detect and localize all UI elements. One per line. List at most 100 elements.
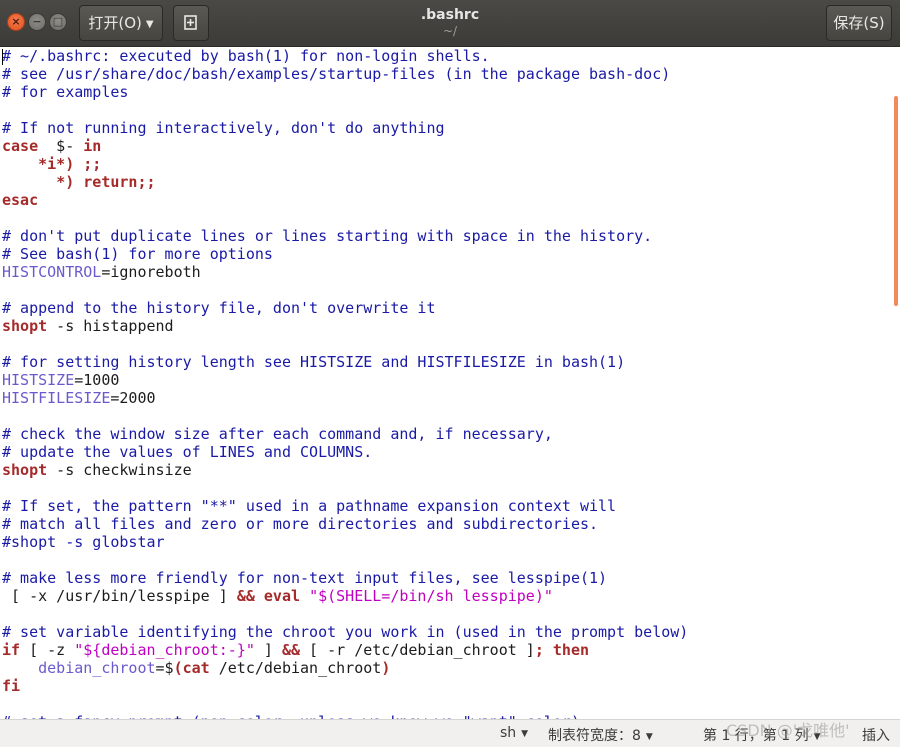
- save-button[interactable]: 保存(S): [826, 5, 892, 41]
- code-line[interactable]: #shopt -s globstar: [2, 533, 688, 551]
- code-line[interactable]: [2, 551, 688, 569]
- watermark: CSDN @'戈唯他': [726, 721, 850, 740]
- code-token: $-: [38, 137, 84, 155]
- code-token: [ -r /etc/debian_chroot ]: [300, 641, 535, 659]
- code-token: then: [552, 641, 590, 659]
- code-line[interactable]: [2, 281, 688, 299]
- code-line[interactable]: [2, 695, 688, 713]
- code-line[interactable]: debian_chroot=$(cat /etc/debian_chroot): [2, 659, 688, 677]
- code-line[interactable]: # append to the history file, don't over…: [2, 299, 688, 317]
- code-token: # check the window size after each comma…: [2, 425, 553, 443]
- code-line[interactable]: # check the window size after each comma…: [2, 425, 688, 443]
- chevron-down-icon: ▼: [145, 19, 154, 30]
- code-line[interactable]: HISTSIZE=1000: [2, 371, 688, 389]
- text-editor[interactable]: # ~/.bashrc: executed by bash(1) for non…: [0, 47, 900, 719]
- code-line[interactable]: [2, 605, 688, 623]
- code-token: -s checkwinsize: [47, 461, 192, 479]
- code-content[interactable]: # ~/.bashrc: executed by bash(1) for non…: [2, 47, 688, 719]
- code-token: [ -x /usr/bin/lesspipe ]: [2, 587, 237, 605]
- new-document-button[interactable]: [173, 5, 209, 41]
- code-token: # append to the history file, don't over…: [2, 299, 436, 317]
- code-token: # match all files and zero or more direc…: [2, 515, 599, 533]
- code-line[interactable]: [2, 209, 688, 227]
- code-token: fi: [2, 677, 21, 695]
- code-token: # see /usr/share/doc/bash/examples/start…: [2, 65, 671, 83]
- code-line[interactable]: # for setting history length see HISTSIZ…: [2, 353, 688, 371]
- language-selector[interactable]: sh ▼: [500, 725, 528, 741]
- code-token: "${debian_chroot:-}": [74, 641, 255, 659]
- new-document-icon: [184, 15, 197, 30]
- code-token: # for examples: [2, 83, 129, 101]
- open-button-label: 打开(O): [88, 14, 142, 32]
- maximize-window-button[interactable]: □: [49, 13, 67, 31]
- code-line[interactable]: case $- in: [2, 137, 688, 155]
- code-line[interactable]: # If not running interactively, don't do…: [2, 119, 688, 137]
- code-line[interactable]: [2, 407, 688, 425]
- code-line[interactable]: # match all files and zero or more direc…: [2, 515, 688, 533]
- code-line[interactable]: shopt -s histappend: [2, 317, 688, 335]
- code-line[interactable]: [2, 335, 688, 353]
- code-line[interactable]: HISTFILESIZE=2000: [2, 389, 688, 407]
- maximize-icon: □: [52, 15, 64, 28]
- code-token: # make less more friendly for non-text i…: [2, 569, 608, 587]
- tab-width-label: 制表符宽度：8: [548, 728, 641, 744]
- code-line[interactable]: # set variable identifying the chroot yo…: [2, 623, 688, 641]
- code-token: # If set, the pattern "**" used in a pat…: [2, 497, 617, 515]
- open-file-button[interactable]: 打开(O) ▼: [79, 5, 163, 41]
- code-token: [ -z: [20, 641, 75, 659]
- close-window-button[interactable]: ×: [7, 13, 25, 31]
- code-line[interactable]: # for examples: [2, 83, 688, 101]
- code-token: =2000: [110, 389, 156, 407]
- code-line[interactable]: # See bash(1) for more options: [2, 245, 688, 263]
- code-token: =1000: [74, 371, 120, 389]
- minimize-window-button[interactable]: −: [28, 13, 46, 31]
- code-token: if: [2, 641, 21, 659]
- code-token: # set variable identifying the chroot yo…: [2, 623, 689, 641]
- code-line[interactable]: fi: [2, 677, 688, 695]
- code-token: in: [83, 137, 102, 155]
- code-line[interactable]: *) return;;: [2, 173, 688, 191]
- code-token: HISTSIZE: [2, 371, 75, 389]
- code-line[interactable]: *i*) ;;: [2, 155, 688, 173]
- window-subtitle: ~/: [442, 24, 458, 38]
- code-line[interactable]: # see /usr/share/doc/bash/examples/start…: [2, 65, 688, 83]
- code-token: ): [381, 659, 391, 677]
- code-token: *i*) ;;: [38, 155, 102, 173]
- code-line[interactable]: # ~/.bashrc: executed by bash(1) for non…: [2, 47, 688, 65]
- code-token: debian_chroot: [38, 659, 156, 677]
- language-label: sh: [500, 725, 517, 741]
- code-line[interactable]: # don't put duplicate lines or lines sta…: [2, 227, 688, 245]
- tab-width-selector[interactable]: 制表符宽度：8 ▼: [548, 725, 653, 745]
- code-token: esac: [2, 191, 39, 209]
- code-line[interactable]: HISTCONTROL=ignoreboth: [2, 263, 688, 281]
- window-title: .bashrc: [420, 7, 480, 23]
- vertical-scrollbar[interactable]: [894, 96, 898, 306]
- code-token: ]: [254, 641, 282, 659]
- minimize-icon: −: [32, 15, 42, 28]
- code-line[interactable]: [ -x /usr/bin/lesspipe ] && eval "$(SHEL…: [2, 587, 688, 605]
- code-line[interactable]: [2, 479, 688, 497]
- code-line[interactable]: esac: [2, 191, 688, 209]
- code-token: && eval: [236, 587, 301, 605]
- code-line[interactable]: [2, 101, 688, 119]
- code-token: #shopt -s globstar: [2, 533, 165, 551]
- code-line[interactable]: if [ -z "${debian_chroot:-}" ] && [ -r /…: [2, 641, 688, 659]
- chevron-down-icon: ▼: [521, 729, 529, 739]
- code-token: HISTFILESIZE: [2, 389, 111, 407]
- code-token: (cat: [173, 659, 210, 677]
- code-line[interactable]: shopt -s checkwinsize: [2, 461, 688, 479]
- code-token: &&: [281, 641, 301, 659]
- code-token: *) return;;: [56, 173, 156, 191]
- code-token: HISTCONTROL: [2, 263, 102, 281]
- code-line[interactable]: # make less more friendly for non-text i…: [2, 569, 688, 587]
- code-token: case: [2, 137, 39, 155]
- code-line[interactable]: # If set, the pattern "**" used in a pat…: [2, 497, 688, 515]
- code-token: shopt: [2, 461, 48, 479]
- code-line[interactable]: # update the values of LINES and COLUMNS…: [2, 443, 688, 461]
- title-bar: × − □ 打开(O) ▼ .bashrc ~/ 保存(S): [0, 0, 900, 47]
- code-token: # don't put duplicate lines or lines sta…: [2, 227, 653, 245]
